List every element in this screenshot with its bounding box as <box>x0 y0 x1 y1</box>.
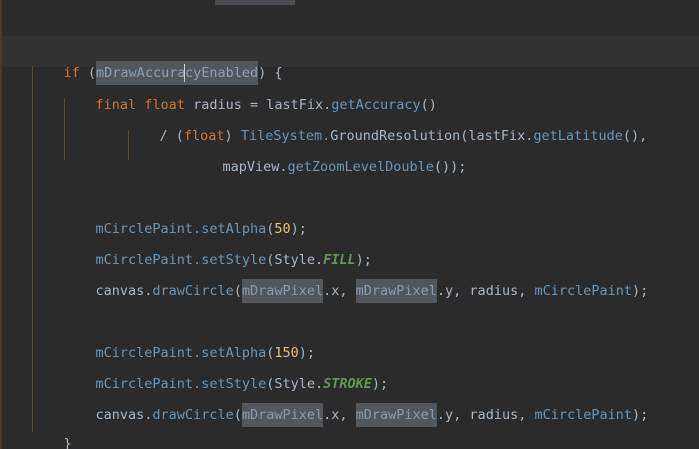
code-line-draw-circle-2[interactable]: canvas.drawCircle(mDrawPixel.x, mDrawPix… <box>63 382 648 427</box>
punct: ); <box>632 407 649 423</box>
gutter-edge <box>0 0 2 449</box>
highlighted-identifier: mDrawPixel <box>355 403 437 427</box>
punct: } <box>63 436 72 449</box>
method-call: drawCircle <box>152 407 234 423</box>
code-line-close-brace[interactable]: } <box>31 411 72 449</box>
code-text: / ( <box>159 128 184 144</box>
punct: ()); <box>433 159 467 175</box>
code-line-set-alpha-50[interactable]: mCirclePaint.setAlpha(50); <box>63 196 307 237</box>
punct: ( <box>233 407 242 423</box>
code-text: (lastFix. <box>460 128 534 144</box>
search-highlight-fragment <box>215 0 295 5</box>
code-line-radius[interactable]: final float radius = lastFix.getAccuracy… <box>63 72 437 113</box>
method-call: getZoomLevelDouble <box>287 159 434 175</box>
field-ref: mCirclePaint <box>534 407 633 423</box>
code-line-set-style-stroke[interactable]: mCirclePaint.setStyle(Style.STROKE); <box>63 351 389 392</box>
punct: ( <box>233 283 242 299</box>
highlighted-identifier: mDrawPixel <box>241 279 324 303</box>
method-call: getLatitude <box>533 128 623 144</box>
code-line-if[interactable]: if (mDrawAccuracyEnabled) { <box>31 40 283 85</box>
code-line-ground-resolution[interactable]: / (float) TileSystem.GroundResolution(la… <box>127 103 648 144</box>
indent-guide <box>32 66 33 432</box>
punct: (), <box>622 128 648 144</box>
code-text: mapView. <box>222 159 288 175</box>
code-text: .y, radius, <box>436 283 535 299</box>
code-text: canvas. <box>95 283 153 299</box>
code-editor[interactable]: if (mDrawAccuracyEnabled) { final float … <box>0 0 699 449</box>
code-line-zoom[interactable]: mapView.getZoomLevelDouble()); <box>190 134 467 175</box>
method-call: drawCircle <box>152 283 234 299</box>
highlighted-identifier: mDrawPixel <box>355 279 437 303</box>
code-line-set-alpha-150[interactable]: mCirclePaint.setAlpha(150); <box>63 320 316 361</box>
code-text: .x, <box>323 283 356 299</box>
code-line-set-style-fill[interactable]: mCirclePaint.setStyle(Style.FILL); <box>63 227 372 268</box>
field-ref: mCirclePaint <box>534 283 633 299</box>
code-text: .y, radius, <box>436 407 535 423</box>
code-text: .x, <box>323 407 356 423</box>
code-text: canvas. <box>95 407 153 423</box>
code-line-draw-circle-1[interactable]: canvas.drawCircle(mDrawPixel.x, mDrawPix… <box>63 258 648 303</box>
punct: ); <box>632 283 649 299</box>
highlighted-identifier: mDrawPixel <box>241 403 324 427</box>
